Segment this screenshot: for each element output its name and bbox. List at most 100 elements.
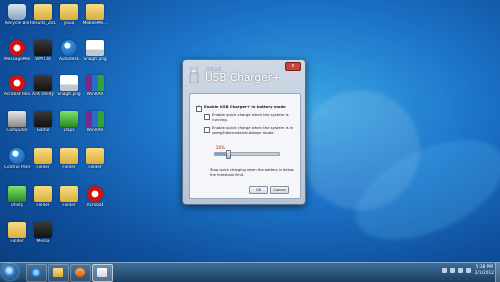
app-icon [8, 186, 26, 202]
usb-charger-dialog: x /ISUS USB Charger+ Enable USB Charger+… [182, 59, 306, 205]
battery-icon[interactable] [466, 268, 471, 273]
volume-icon[interactable] [458, 268, 463, 273]
desktop-icon[interactable]: youa [56, 4, 82, 26]
taskbar-explorer-button[interactable] [48, 264, 69, 282]
desktop-icon[interactable]: Results_201... [30, 4, 56, 26]
folder-icon [34, 148, 52, 164]
cancel-button[interactable]: Cancel [270, 186, 289, 194]
desktop-icon-label: Recycle Bin [4, 21, 30, 26]
dialog-title: USB Charger+ [205, 72, 281, 84]
desktop-icon[interactable]: Autodesk [56, 40, 82, 62]
desktop-icon-label: Game [36, 128, 50, 133]
quick-charge-running-checkbox[interactable]: Enable quick charge when the system is r… [204, 112, 294, 122]
desktop-icon[interactable]: Computer [4, 111, 30, 133]
folder-icon [53, 268, 63, 277]
network-icon[interactable] [450, 268, 455, 273]
app-icon [34, 40, 52, 56]
desktop-icon-label: Folder [36, 165, 50, 170]
desktop-icon[interactable]: Daps [56, 111, 82, 133]
desktop-icon[interactable]: Folder [56, 186, 82, 208]
desktop-icon[interactable]: Acrobat [82, 186, 108, 208]
checkbox-box[interactable] [204, 113, 210, 120]
desktop-icon[interactable]: Acrobat Reader [4, 75, 30, 97]
desktop-icon-label: SnagIt.png [57, 92, 81, 97]
app-icon [9, 40, 25, 56]
checkbox-box[interactable] [204, 126, 210, 133]
desktop-icon[interactable]: SnagIt.png [82, 40, 108, 62]
folder-icon [60, 148, 78, 164]
desktop-icon[interactable]: Control Panel [4, 148, 30, 170]
checkbox-box[interactable] [196, 104, 202, 112]
clock-date: 2/1/2012 [474, 271, 494, 276]
computer-icon [8, 111, 26, 127]
image-file-icon [60, 75, 78, 91]
slider-thumb[interactable] [225, 150, 231, 159]
desktop-icon-label: MobileMe... [82, 21, 108, 26]
recycle-bin-icon [8, 4, 26, 20]
clock[interactable]: 5:38 PM 2/1/2012 [475, 265, 494, 277]
image-file-icon [86, 40, 104, 56]
desktop-icon[interactable]: WinRAR [82, 111, 108, 133]
tray-arrow-icon[interactable] [442, 268, 447, 273]
winrar-icon [86, 75, 104, 91]
desktop-icon[interactable]: Game [30, 111, 56, 133]
desktop-icon-label: Autodesk [58, 57, 80, 62]
enable-usb-charger-checkbox[interactable]: Enable USB Charger+ in battery mode [196, 104, 286, 112]
app-icon [9, 75, 25, 91]
checkbox-label: Enable USB Charger+ in battery mode [204, 104, 286, 109]
checkbox-label: Enable quick charge when the system is r… [212, 112, 289, 122]
threshold-slider[interactable] [214, 150, 280, 159]
desktop-icon[interactable]: WMT.bt [30, 40, 56, 62]
desktop-icon[interactable]: Media [30, 222, 56, 244]
desktop-icon[interactable]: Folder [82, 148, 108, 170]
usb-plug-icon [189, 67, 199, 83]
usb-charger-icon [97, 268, 107, 277]
folder-icon [34, 4, 52, 20]
taskbar-media-button[interactable] [70, 264, 91, 282]
desktop-icon[interactable]: Folder [56, 148, 82, 170]
desktop-icon-label: Folder [62, 203, 76, 208]
app-icon [61, 40, 77, 56]
desktop-icon[interactable]: Recycle Bin [4, 4, 30, 26]
desktop-icon-label: Acrobat [86, 203, 104, 208]
desktop-icon-label: WinRAR [86, 92, 104, 97]
desktop-icon[interactable]: Folder [30, 148, 56, 170]
folder-icon [86, 4, 104, 20]
desktop: Recycle BinResults_201... youa MobileMe...… [0, 0, 500, 262]
desktop-icon-label: ATK Utility [31, 92, 55, 97]
desktop-icon[interactable]: MessageMob 2007 [4, 40, 30, 62]
desktop-icon[interactable]: Folder [4, 222, 30, 244]
desktop-icon[interactable]: MobileMe... [82, 4, 108, 26]
desktop-icon[interactable]: Folder [30, 186, 56, 208]
folder-icon [60, 186, 78, 202]
folder-icon [86, 148, 104, 164]
taskbar: 5:38 PM 2/1/2012 [0, 262, 500, 282]
quick-charge-sleep-checkbox[interactable]: Enable quick charge when the system is i… [204, 125, 294, 135]
desktop-icon[interactable]: WinRAR [82, 75, 108, 97]
folder-icon [60, 4, 78, 20]
desktop-icon[interactable]: SnagIt.png [56, 75, 82, 97]
threshold-percent: 20% [216, 145, 225, 150]
dialog-body: Enable USB Charger+ in battery mode Enab… [189, 93, 301, 199]
dialog-header: /ISUS USB Charger+ [187, 64, 299, 86]
folder-icon [8, 222, 26, 238]
taskbar-ie-button[interactable] [26, 264, 47, 282]
desktop-icon-label: Folder [36, 203, 50, 208]
ok-button[interactable]: OK [249, 186, 268, 194]
start-button[interactable] [2, 264, 18, 280]
desktop-icon[interactable]: ATK Utility [30, 75, 56, 97]
folder-icon [34, 186, 52, 202]
desktop-icon-label: Results_201... [30, 21, 56, 26]
desktop-icon-label: Computer [6, 128, 28, 133]
threshold-hint: Stop quick charging when the battery is … [210, 168, 294, 177]
desktop-icon-label: SnagIt.png [83, 57, 107, 62]
desktop-icon[interactable]: Utility [4, 186, 30, 208]
desktop-icon-label: Daps [63, 128, 75, 133]
desktop-icon-label: Folder [62, 165, 76, 170]
show-desktop-button[interactable] [495, 263, 500, 282]
desktop-icon-label: Utility [10, 203, 24, 208]
ie-icon [31, 268, 41, 277]
taskbar-usb-charger-button[interactable] [92, 264, 113, 282]
desktop-icon-label: Folder [88, 165, 102, 170]
app-icon [34, 222, 52, 238]
